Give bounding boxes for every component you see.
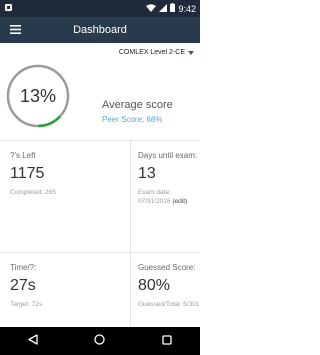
notification-icon <box>4 3 13 14</box>
score-percent: 13% <box>19 85 57 106</box>
recents-icon <box>161 332 172 350</box>
exam-selector-value: COMLEX Level 2-CE <box>118 49 185 56</box>
stat-sub: Guessed/Total: 5/301 <box>138 301 200 308</box>
stat-label: Time/?: <box>10 263 37 272</box>
page-title: Dashboard <box>73 24 127 36</box>
peer-score-label: Peer Score: 68% <box>102 115 163 124</box>
stat-value: 1175 <box>10 165 45 182</box>
average-score-label: Average score <box>102 99 173 111</box>
menu-button[interactable] <box>0 17 30 43</box>
divider-vertical <box>130 140 131 326</box>
back-icon <box>28 332 38 350</box>
stat-time-per-question[interactable]: Time/?: 27s Target: 72s <box>10 263 42 308</box>
stat-sub: Exam date: <box>138 189 171 196</box>
edit-exam-date-link[interactable]: (edit) <box>172 198 187 205</box>
exam-date-row: 07/31/2016 (edit) <box>138 198 197 205</box>
status-left <box>4 3 13 14</box>
exam-selector[interactable]: COMLEX Level 2-CE <box>119 49 194 56</box>
stat-questions-left[interactable]: ?'s Left 1175 Completed: 265 <box>10 151 56 196</box>
score-card: 13% Average score Peer Score: 68% <box>0 64 200 139</box>
recents-button[interactable] <box>157 331 177 351</box>
system-nav-bar <box>0 327 200 355</box>
exam-date: 07/31/2016 <box>138 198 171 205</box>
back-button[interactable] <box>23 331 43 351</box>
stat-label: ?'s Left <box>10 151 36 160</box>
stat-value: 13 <box>138 165 156 182</box>
home-button[interactable] <box>90 331 110 351</box>
stat-label: Guessed Score: <box>138 263 196 272</box>
wifi-icon <box>146 3 157 14</box>
home-icon <box>94 332 106 350</box>
stat-sub: Target: 72s <box>10 301 43 308</box>
status-bar: 9:42 <box>0 0 200 17</box>
stat-label: Days until exam: <box>138 151 198 160</box>
battery-icon <box>170 3 176 14</box>
stat-value: 27s <box>10 277 36 294</box>
signal-icon <box>159 3 168 14</box>
status-right: 9:42 <box>146 3 196 14</box>
app-bar: Dashboard <box>0 17 200 43</box>
divider <box>0 252 200 253</box>
status-time: 9:42 <box>178 3 196 14</box>
hamburger-icon <box>9 21 21 39</box>
dropdown-caret-icon <box>188 50 194 55</box>
stat-days-until-exam[interactable]: Days until exam: 13 Exam date: 07/31/201… <box>138 151 197 205</box>
stat-sub: Completed: 265 <box>10 189 56 196</box>
stat-value: 80% <box>138 277 171 294</box>
divider <box>0 140 200 141</box>
stat-guessed-score[interactable]: Guessed Score: 80% Guessed/Total: 5/301 <box>138 263 199 308</box>
